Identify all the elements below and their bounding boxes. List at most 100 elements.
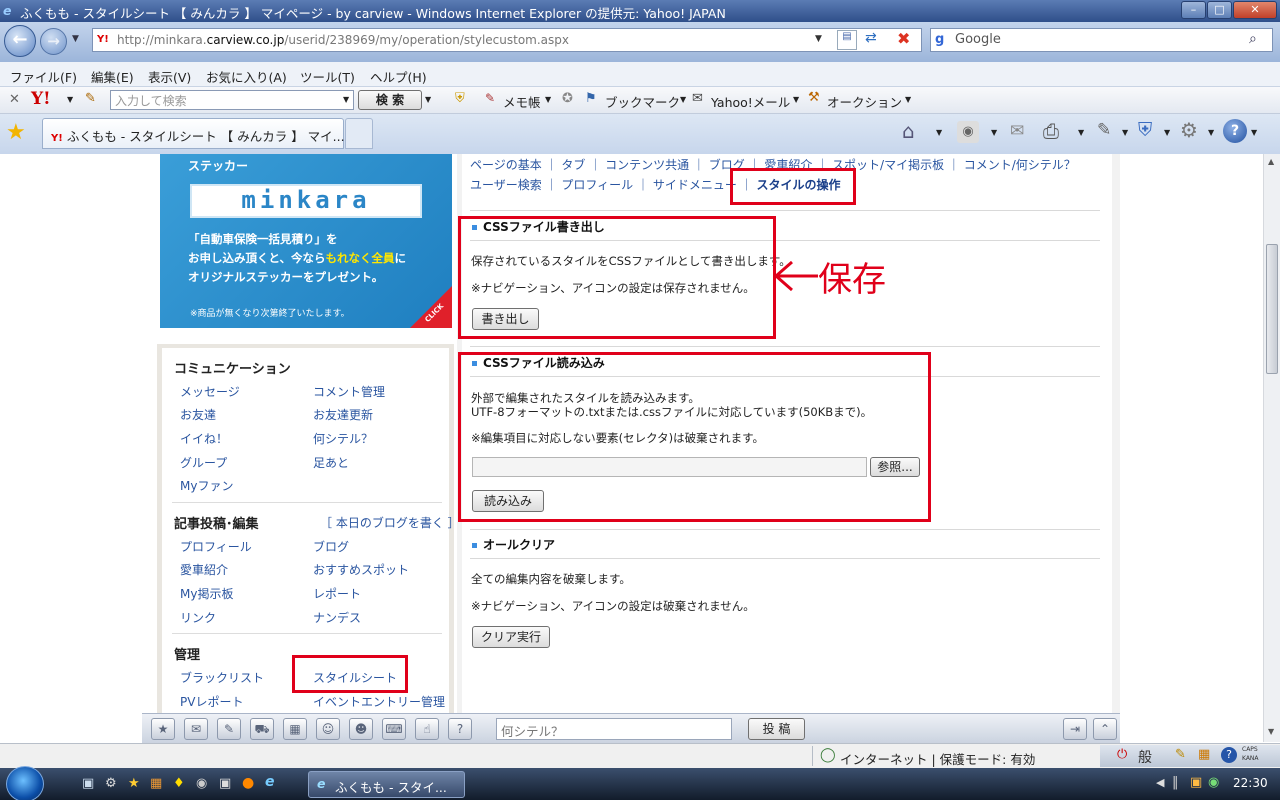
rss-dropdown-icon[interactable]: ▼ [991, 128, 997, 137]
quicklaunch-icon-5[interactable]: ◉ [196, 776, 207, 791]
quicklaunch-icon-4[interactable]: ♦ [173, 776, 185, 791]
sidebar-link-links[interactable]: リンク [180, 609, 216, 626]
like-thumb-icon[interactable]: ☝ [415, 718, 439, 740]
sidebar-link-friends[interactable]: お友達 [180, 406, 216, 423]
page-icon[interactable]: ✎ [1097, 120, 1111, 140]
sidebar-link-reports[interactable]: レポート [313, 585, 361, 602]
rss-icon[interactable]: ◉ [957, 121, 979, 143]
search-icon[interactable]: ⌕ [1249, 31, 1257, 47]
mail-dropdown-icon[interactable]: ▼ [793, 95, 799, 104]
subnav-content-common[interactable]: コンテンツ共通 [605, 158, 689, 172]
ime-mode[interactable]: 般 [1138, 747, 1152, 767]
subnav-profile[interactable]: プロフィール [561, 178, 633, 192]
ime-tool-icon[interactable]: ✎ [1175, 747, 1186, 762]
help-icon[interactable]: ? [1223, 119, 1247, 143]
minimize-button[interactable]: – [1181, 1, 1206, 19]
sidebar-link-blog[interactable]: ブログ [313, 538, 349, 555]
clock[interactable]: 22:30 [1233, 776, 1268, 790]
memo-icon[interactable]: ✎ [485, 91, 495, 105]
sidebar-link-footprints[interactable]: 足あと [313, 454, 349, 471]
tab-active[interactable]: Y! ふくもも - スタイルシート 【 みんカラ 】 マイ... [42, 118, 345, 149]
print-icon[interactable]: ⎙ [1043, 119, 1059, 143]
start-button[interactable] [6, 766, 44, 800]
sidebar-link-friend-updates[interactable]: お友達更新 [313, 406, 373, 423]
favorite-star-icon[interactable]: ★ [151, 718, 175, 740]
show-desktop-icon[interactable]: ▣ [82, 776, 94, 791]
back-button[interactable]: ← [4, 25, 36, 57]
address-bar[interactable]: Y! http://minkara.carview.co.jp/userid/2… [92, 28, 922, 52]
scroll-down-icon[interactable]: ▼ [1268, 727, 1274, 736]
home-dropdown-icon[interactable]: ▼ [936, 128, 942, 137]
menu-favorites[interactable]: お気に入り(A) [206, 67, 287, 86]
user-icon[interactable]: ☻ [349, 718, 373, 740]
history-dropdown-icon[interactable]: ▼ [72, 34, 79, 44]
sidebar-link-spots[interactable]: おすすめスポット [313, 561, 409, 578]
yahoo-search-button[interactable]: 検 索 [358, 90, 422, 110]
sidebar-link-myfans[interactable]: Myファン [180, 477, 233, 494]
quicklaunch-icon-6[interactable]: ▣ [219, 776, 231, 791]
help-dropdown-icon[interactable]: ▼ [1251, 128, 1257, 137]
ime-help-icon[interactable]: ? [1221, 747, 1237, 763]
car-icon[interactable]: ⛟ [250, 718, 274, 740]
address-dropdown-icon[interactable]: ▼ [815, 34, 822, 44]
sidebar-link-nandesu[interactable]: ナンデス [313, 609, 361, 626]
maximize-button[interactable]: □ [1207, 1, 1232, 19]
search-box[interactable]: g Google ⌕ [930, 28, 1273, 52]
collapse-toolbar-icon[interactable]: ⇥ [1063, 718, 1087, 740]
sidebar-link-messages[interactable]: メッセージ [180, 383, 240, 400]
message-mail-icon[interactable]: ✉ [184, 718, 208, 740]
compatibility-icon[interactable]: ▤ [837, 30, 857, 50]
scroll-thumb[interactable] [1266, 244, 1278, 374]
bookmark-link[interactable]: ブックマーク [605, 92, 680, 111]
sidebar-link-pv-report[interactable]: PVレポート [180, 693, 243, 710]
scroll-top-icon[interactable]: ⌃ [1093, 718, 1117, 740]
bookmark-star-icon[interactable]: ✪ [562, 91, 573, 106]
pencil-icon[interactable]: ✎ [85, 91, 96, 106]
sidebar-link-comment-manage[interactable]: コメント管理 [313, 383, 385, 400]
write-pencil-icon[interactable]: ✎ [217, 718, 241, 740]
yahoo-dropdown-icon[interactable]: ▼ [67, 95, 73, 104]
yahoo-mail-link[interactable]: Yahoo!メール [711, 92, 790, 111]
tray-icon-3[interactable]: ◉ [1208, 775, 1219, 790]
refresh-icon[interactable]: ⇄ [865, 30, 877, 46]
sticker-banner[interactable]: ステッカー minkara 「自動車保険一括見積り」を お申し込み頂くと、今なら… [160, 154, 452, 328]
menu-edit[interactable]: 編集(E) [91, 67, 134, 86]
menu-help[interactable]: ヘルプ(H) [370, 67, 427, 86]
subnav-page-basic[interactable]: ページの基本 [470, 158, 542, 172]
quicklaunch-icon-2[interactable]: ★ [128, 776, 140, 791]
auction-link[interactable]: オークション [827, 92, 902, 111]
shield-icon[interactable]: ⛨ [455, 91, 465, 106]
search-options-icon[interactable]: ▼ [425, 95, 431, 104]
bookmark-dropdown-icon[interactable]: ▼ [680, 95, 686, 104]
ie-quicklaunch-icon[interactable]: e [265, 774, 275, 790]
home-icon[interactable]: ⌂ [902, 119, 915, 143]
toolbar-close-icon[interactable]: ✕ [9, 92, 20, 107]
subnav-user-search[interactable]: ユーザー検索 [470, 178, 542, 192]
read-mail-icon[interactable]: ✉ [1010, 121, 1024, 141]
sidebar-link-blacklist[interactable]: ブラックリスト [180, 669, 264, 686]
safety-icon[interactable]: ⛨ [1138, 119, 1152, 141]
yahoo-search-input[interactable]: 入力して検索 ▼ [110, 90, 354, 110]
stop-icon[interactable]: ✖ [897, 29, 910, 48]
tray-icon-2[interactable]: ▣ [1190, 775, 1202, 790]
auction-icon[interactable]: ⚒ [808, 90, 820, 105]
favorites-star-icon[interactable]: ★ [6, 120, 26, 145]
mail-icon[interactable]: ✉ [692, 91, 703, 106]
firefox-icon[interactable]: ● [242, 775, 254, 791]
report-chart-icon[interactable]: ▦ [283, 718, 307, 740]
ime-power-icon[interactable]: ⏻ [1117, 747, 1127, 762]
write-blog-link[interactable]: ［ 本日のブログを書く ］ [320, 514, 460, 531]
quicklaunch-icon-1[interactable]: ⚙ [105, 776, 117, 791]
menu-tools[interactable]: ツール(T) [300, 67, 355, 86]
sidebar-link-groups[interactable]: グループ [180, 454, 227, 471]
search-dropdown-icon[interactable]: ▼ [343, 95, 349, 104]
safety-dropdown-icon[interactable]: ▼ [1164, 128, 1170, 137]
new-tab-button[interactable] [345, 118, 373, 149]
tools-dropdown-icon[interactable]: ▼ [1208, 128, 1214, 137]
quicklaunch-icon-3[interactable]: ▦ [150, 776, 162, 791]
subnav-tab[interactable]: タブ [561, 158, 585, 172]
status-post-input[interactable]: 何シテル？ [496, 718, 732, 740]
keyboard-icon[interactable]: ⌨ [382, 718, 406, 740]
forward-button[interactable]: → [40, 28, 67, 55]
memo-link[interactable]: メモ帳 [503, 92, 541, 111]
